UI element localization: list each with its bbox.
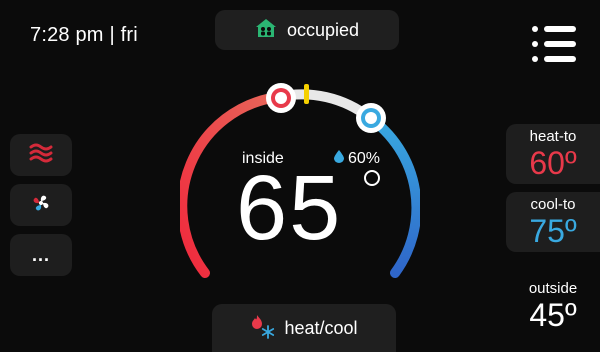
indoor-temperature: 65 (236, 157, 343, 259)
current-temperature-marker (304, 84, 309, 104)
occupied-home-icon (255, 18, 277, 43)
outside-temperature: outside 45º (506, 280, 600, 331)
humidity-value: 60% (348, 150, 381, 167)
heat-mode-button[interactable] (10, 134, 72, 176)
time-text: 7:28 pm (30, 24, 104, 46)
time-display: 7:28 pm | fri (30, 24, 138, 47)
heat-to-value: 60º (529, 145, 577, 181)
heat-setpoint-handle[interactable] (266, 83, 296, 113)
degree-symbol (364, 170, 380, 186)
heat-cool-icon (250, 313, 276, 344)
system-mode-button[interactable]: heat/cool (212, 304, 396, 352)
cool-setpoint-handle[interactable] (356, 103, 386, 133)
cool-to-label: cool-to (530, 196, 576, 213)
more-options-button[interactable]: ... (10, 234, 72, 276)
cool-setpoint-card[interactable]: cool-to 75º (506, 192, 600, 252)
occupancy-status-label: occupied (286, 19, 360, 40)
menu-button[interactable] (532, 26, 576, 62)
cool-range-arc (365, 113, 420, 278)
occupancy-status-button[interactable]: occupied (215, 10, 399, 50)
menu-icon (532, 26, 576, 32)
heat-waves-icon (29, 142, 53, 169)
outside-label: outside (528, 280, 578, 297)
more-icon: ... (31, 244, 50, 265)
heat-setpoint-card[interactable]: heat-to 60º (506, 124, 600, 184)
day-text: fri (120, 24, 138, 46)
fan-icon (30, 192, 52, 219)
heat-to-label: heat-to (529, 128, 577, 145)
fan-button[interactable] (10, 184, 72, 226)
outside-value: 45º (529, 297, 577, 333)
cool-to-value: 75º (529, 213, 577, 249)
system-mode-label: heat/cool (284, 317, 358, 338)
time-separator: | (109, 24, 115, 46)
